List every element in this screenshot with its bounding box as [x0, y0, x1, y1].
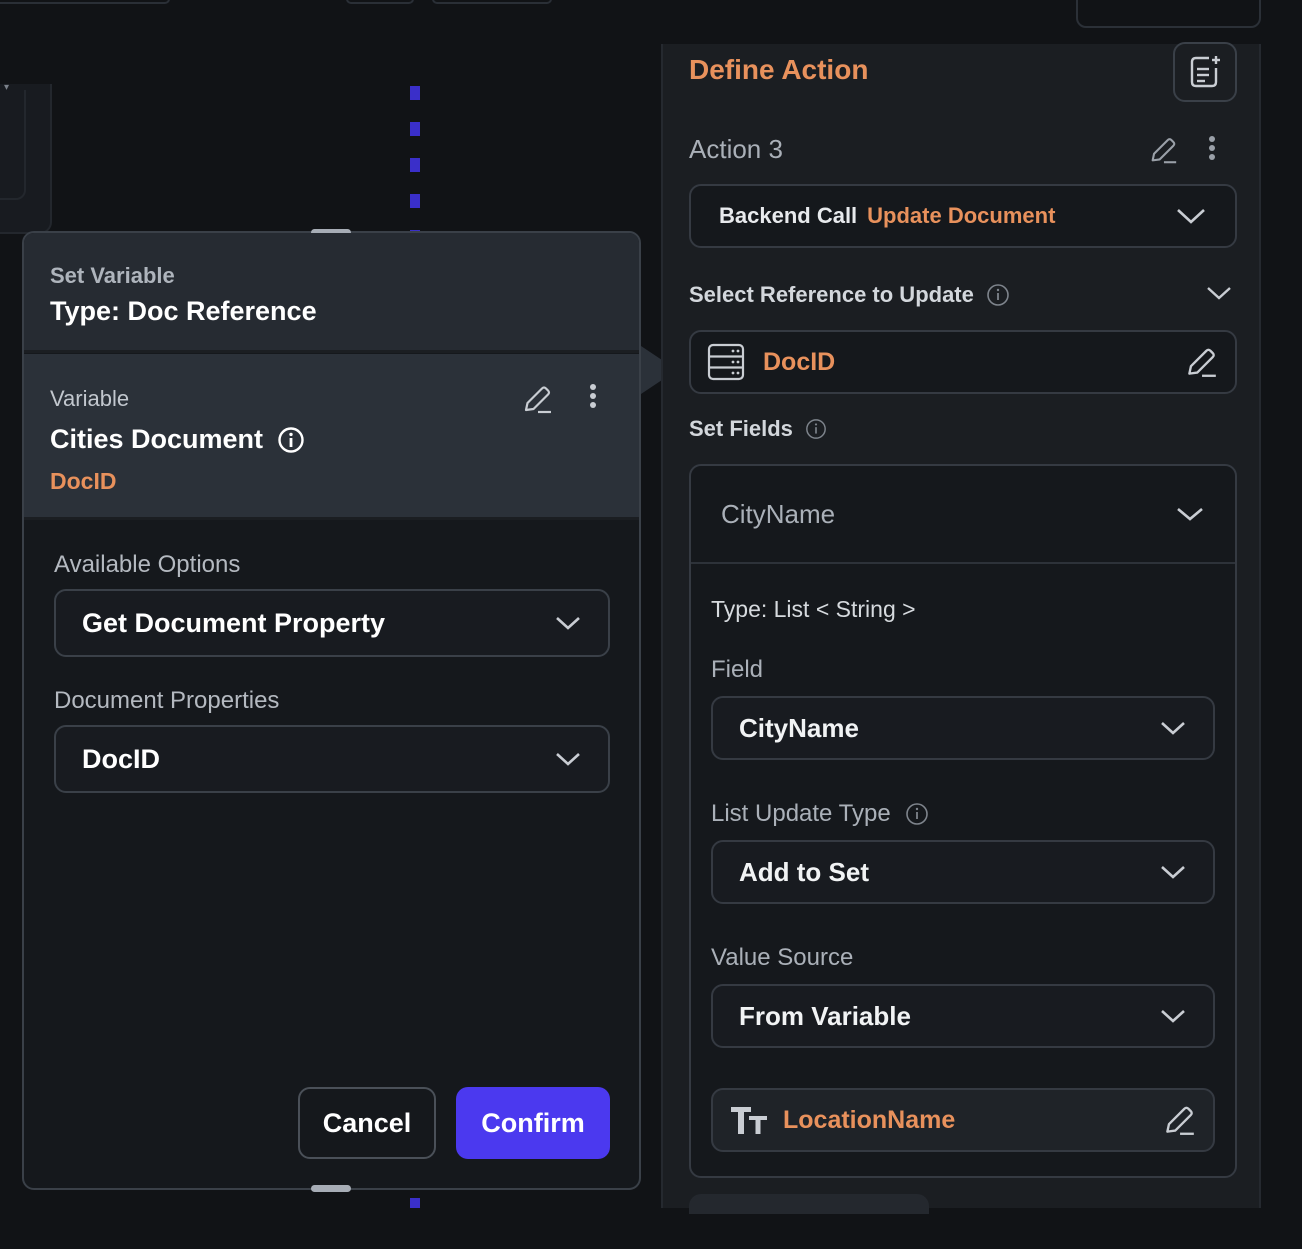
variable-property: DocID [50, 468, 117, 494]
more-options-icon[interactable] [1201, 134, 1223, 164]
action-name: Action 3 [689, 134, 783, 164]
reference-field[interactable]: DocID [689, 330, 1237, 394]
variable-section: Variable Cities Document DocID [24, 354, 639, 520]
document-properties-value: DocID [82, 743, 161, 774]
set-fields-label: Set Fields [689, 416, 793, 441]
select-reference-label: Select Reference to Update [689, 282, 974, 307]
value-source-label: Value Source [711, 944, 853, 972]
edit-variable-icon[interactable] [520, 382, 554, 416]
modal-header: Set Variable Type: Doc Reference [24, 233, 639, 353]
backend-call-value: Update Document [867, 203, 1056, 228]
field-dropdown-value: CityName [739, 712, 859, 743]
edit-value-icon[interactable] [1161, 1102, 1197, 1138]
set-variable-modal: Set Variable Type: Doc Reference Variabl… [22, 229, 641, 1192]
edit-reference-icon[interactable] [1183, 344, 1219, 380]
confirm-button[interactable]: Confirm [456, 1087, 610, 1159]
list-update-type-label-row: List Update Type [711, 800, 929, 828]
modal-title: Type: Doc Reference [50, 296, 317, 326]
backend-call-label: Backend Call [719, 203, 858, 228]
chevron-down-icon [554, 750, 582, 768]
info-icon[interactable] [986, 283, 1010, 307]
field-label: Field [711, 656, 763, 684]
background-toolbar-pill [346, 0, 414, 4]
background-node-card [0, 84, 52, 234]
select-reference-label-row: Select Reference to Update [689, 282, 1010, 308]
add-field-button[interactable] [689, 1194, 929, 1214]
document-properties-dropdown[interactable]: DocID [54, 725, 610, 793]
more-options-icon[interactable] [582, 382, 604, 412]
value-source-value: From Variable [739, 1000, 911, 1031]
list-update-type-label: List Update Type [711, 800, 891, 827]
reference-value: DocID [763, 347, 836, 376]
chevron-down-icon [1159, 1007, 1187, 1025]
field-type-text: Type: List < String > [711, 596, 916, 622]
chevron-down-icon [1159, 719, 1187, 737]
chevron-down-icon [554, 614, 582, 632]
field-label-text: Field [711, 656, 764, 683]
chevron-down-icon [1175, 206, 1207, 226]
background-tick-mark: ▾ [4, 82, 10, 93]
edit-action-icon[interactable] [1147, 134, 1179, 166]
variable-value: LocationName [783, 1105, 956, 1134]
add-note-icon [1187, 54, 1223, 90]
variable-value-field[interactable]: LocationName [711, 1088, 1215, 1152]
document-properties-label: Document Properties [54, 687, 280, 714]
database-icon [707, 343, 745, 381]
field-dropdown[interactable]: CityName [711, 696, 1215, 760]
available-options-label: Available Options [54, 551, 241, 578]
available-options-dropdown[interactable]: Get Document Property [54, 589, 610, 657]
background-toolbar-pill [432, 0, 552, 4]
set-field-header-title: CityName [721, 498, 836, 529]
info-icon[interactable] [805, 418, 827, 440]
define-action-panel: Define Action Action 3 Backend Call Updat… [661, 42, 1261, 1214]
variable-name: Cities Document [50, 424, 264, 454]
info-icon[interactable] [277, 426, 305, 454]
text-type-icon [729, 1104, 769, 1136]
background-toolbar-pill [0, 0, 170, 4]
value-source-dropdown[interactable]: From Variable [711, 984, 1215, 1048]
chevron-down-icon [1175, 505, 1205, 523]
set-field-card: CityName Type: List < String > Field Cit… [689, 464, 1237, 1178]
action-flow-connector [410, 1198, 420, 1208]
modal-bottom-handle[interactable] [311, 1185, 351, 1192]
available-options-value: Get Document Property [82, 607, 386, 638]
set-fields-label-row: Set Fields [689, 416, 827, 442]
variable-name-row: Cities Document [50, 424, 305, 455]
list-update-type-value: Add to Set [739, 856, 869, 887]
chevron-down-icon [1159, 863, 1187, 881]
collapse-chevron-icon[interactable] [1205, 284, 1233, 302]
panel-title: Define Action [689, 54, 869, 85]
action-flow-connector [410, 86, 420, 234]
info-icon[interactable] [905, 802, 929, 826]
backend-call-dropdown[interactable]: Backend Call Update Document [689, 184, 1237, 248]
add-action-button[interactable] [1173, 42, 1237, 102]
cancel-button[interactable]: Cancel [298, 1087, 436, 1159]
background-toolbar-box [1076, 0, 1261, 28]
value-source-label-text: Value Source [711, 944, 854, 971]
variable-label: Variable [50, 386, 130, 411]
list-update-type-dropdown[interactable]: Add to Set [711, 840, 1215, 904]
set-field-header[interactable]: CityName [691, 466, 1235, 564]
modal-subtitle: Set Variable [50, 263, 175, 288]
